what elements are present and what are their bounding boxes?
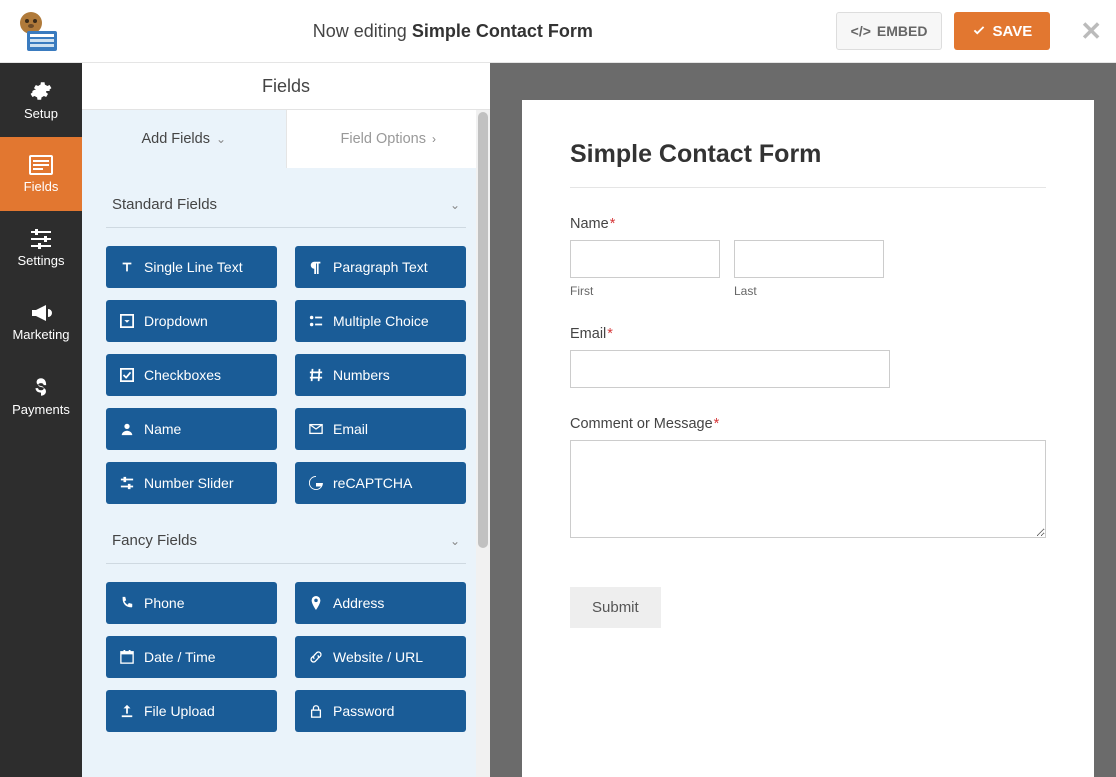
field-single-line-text[interactable]: Single Line Text: [106, 246, 277, 288]
field-name-preview[interactable]: Name* First Last: [570, 216, 1046, 298]
gear-icon: [30, 80, 52, 102]
last-sublabel: Last: [734, 284, 884, 298]
name-label: Name*: [570, 216, 1046, 232]
close-icon[interactable]: ✕: [1080, 16, 1102, 47]
chevron-down-icon: ⌄: [450, 198, 460, 212]
form-icon: [29, 155, 53, 175]
embed-button[interactable]: </> EMBED: [836, 12, 943, 50]
comment-textarea[interactable]: [570, 440, 1046, 538]
field-name[interactable]: Name: [106, 408, 277, 450]
envelope-icon: [309, 422, 323, 436]
bullhorn-icon: [30, 303, 52, 323]
header-title: Now editing Simple Contact Form: [70, 21, 836, 42]
nav-label: Payments: [12, 402, 70, 417]
field-website[interactable]: Website / URL: [295, 636, 466, 678]
list-icon: [309, 314, 323, 328]
sliders-icon: [30, 229, 52, 249]
field-phone[interactable]: Phone: [106, 582, 277, 624]
dollar-icon: [33, 376, 49, 398]
form-preview: Simple Contact Form Name* First Last Ema…: [490, 63, 1116, 777]
paragraph-icon: [309, 260, 323, 274]
submit-button[interactable]: Submit: [570, 587, 661, 628]
field-multiple-choice[interactable]: Multiple Choice: [295, 300, 466, 342]
field-checkboxes[interactable]: Checkboxes: [106, 354, 277, 396]
field-password[interactable]: Password: [295, 690, 466, 732]
first-name-input[interactable]: [570, 240, 720, 278]
chevron-down-icon: ⌄: [450, 534, 460, 548]
field-date-time[interactable]: Date / Time: [106, 636, 277, 678]
tab-field-options[interactable]: Field Options›: [286, 110, 491, 168]
scrollbar-track[interactable]: [476, 110, 490, 777]
map-marker-icon: [309, 596, 323, 610]
group-standard-header[interactable]: Standard Fields⌄: [106, 168, 466, 227]
text-icon: [120, 260, 134, 274]
field-recaptcha[interactable]: reCAPTCHA: [295, 462, 466, 504]
user-icon: [120, 422, 134, 436]
phone-icon: [120, 596, 134, 610]
lock-icon: [309, 704, 323, 718]
field-email-preview[interactable]: Email*: [570, 326, 1046, 388]
nav-marketing[interactable]: Marketing: [0, 285, 82, 359]
tab-add-fields[interactable]: Add Fields⌄: [82, 110, 286, 168]
caret-square-icon: [120, 314, 134, 328]
check-square-icon: [120, 368, 134, 382]
email-label: Email*: [570, 326, 1046, 342]
sliders-icon: [120, 476, 134, 490]
nav-fields[interactable]: Fields: [0, 137, 82, 211]
first-sublabel: First: [570, 284, 720, 298]
nav-payments[interactable]: Payments: [0, 359, 82, 433]
field-dropdown[interactable]: Dropdown: [106, 300, 277, 342]
google-icon: [309, 476, 323, 490]
field-number-slider[interactable]: Number Slider: [106, 462, 277, 504]
nav-label: Settings: [18, 253, 65, 268]
group-fancy-header[interactable]: Fancy Fields⌄: [106, 504, 466, 563]
calendar-icon: [120, 650, 134, 664]
hash-icon: [309, 368, 323, 382]
check-icon: [972, 24, 986, 38]
email-input[interactable]: [570, 350, 890, 388]
chevron-right-icon: ›: [432, 132, 436, 146]
nav-settings[interactable]: Settings: [0, 211, 82, 285]
scrollbar-thumb[interactable]: [478, 112, 488, 548]
field-address[interactable]: Address: [295, 582, 466, 624]
field-email[interactable]: Email: [295, 408, 466, 450]
wpforms-logo: [8, 7, 70, 55]
save-button[interactable]: SAVE: [954, 12, 1050, 50]
chevron-down-icon: ⌄: [216, 132, 226, 146]
field-paragraph-text[interactable]: Paragraph Text: [295, 246, 466, 288]
form-title: Simple Contact Form: [570, 140, 1046, 169]
upload-icon: [120, 704, 134, 718]
link-icon: [309, 650, 323, 664]
code-icon: </>: [851, 23, 871, 39]
field-file-upload[interactable]: File Upload: [106, 690, 277, 732]
nav-label: Marketing: [12, 327, 69, 342]
comment-label: Comment or Message*: [570, 416, 1046, 432]
field-comment-preview[interactable]: Comment or Message*: [570, 416, 1046, 543]
nav-label: Setup: [24, 106, 58, 121]
nav-setup[interactable]: Setup: [0, 63, 82, 137]
panel-title: Fields: [82, 63, 490, 110]
nav-label: Fields: [24, 179, 59, 194]
field-numbers[interactable]: Numbers: [295, 354, 466, 396]
left-nav: Setup Fields Settings Marketing Payments: [0, 63, 82, 777]
last-name-input[interactable]: [734, 240, 884, 278]
